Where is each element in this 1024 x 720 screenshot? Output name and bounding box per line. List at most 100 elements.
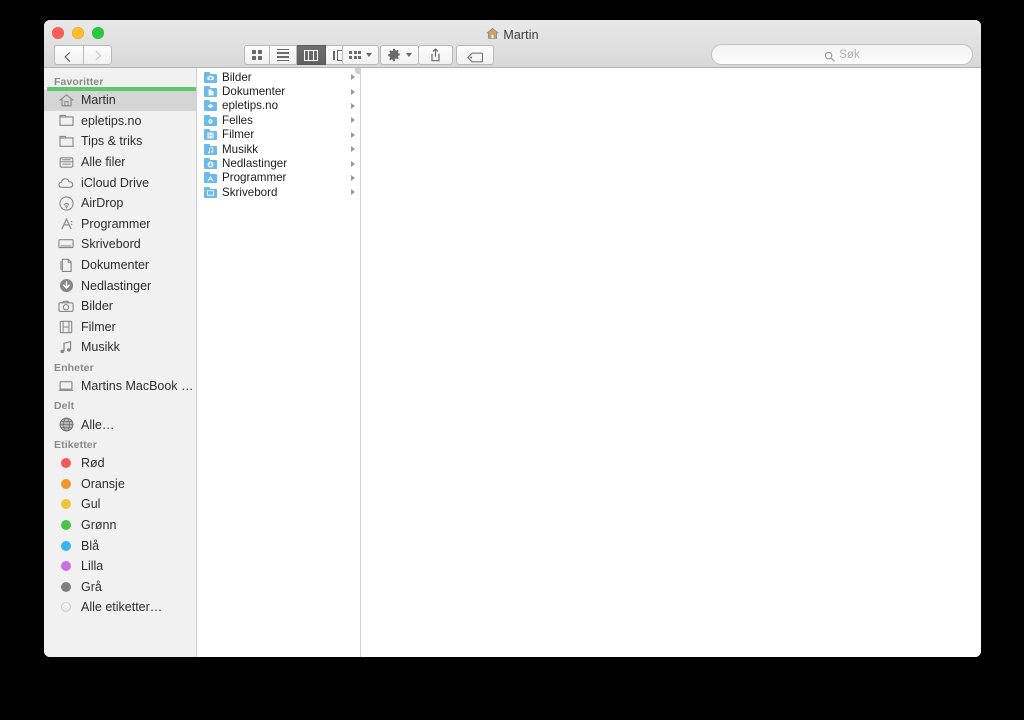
sidebar-item-label: AirDrop — [81, 196, 124, 211]
sidebar-item-label: Skrivebord — [81, 237, 141, 252]
sidebar-item-tips-triks[interactable]: Tips & triks — [44, 131, 196, 152]
sidebar-item-dokumenter[interactable]: Dokumenter — [44, 255, 196, 276]
tag-dot-hollow-icon — [61, 602, 71, 613]
sidebar-item-label: epletips.no — [81, 113, 142, 128]
search-icon — [824, 49, 835, 62]
tag-dot-icon — [58, 455, 74, 471]
sidebar-item-gul[interactable]: Gul — [44, 494, 196, 515]
disclosure-arrow-icon[interactable] — [351, 160, 355, 167]
page-title: Martin — [44, 27, 981, 43]
action-button[interactable] — [380, 45, 419, 65]
share-icon — [429, 48, 442, 62]
tag-group — [456, 45, 494, 65]
tag-button[interactable] — [456, 45, 494, 65]
disclosure-arrow-icon[interactable] — [351, 189, 355, 196]
sidebar-item-label: Alle etiketter… — [81, 600, 163, 615]
chevron-left-icon — [64, 51, 74, 62]
file-column-martin[interactable]: Bilder Dokumenter epletips.no Felles Filmer M… — [197, 68, 361, 657]
column-row[interactable]: Nedlastinger — [197, 156, 360, 170]
search-placeholder: Søk — [839, 48, 860, 61]
sidebar-item-skrivebord[interactable]: Skrivebord — [44, 234, 196, 255]
sidebar-item-lilla[interactable]: Lilla — [44, 556, 196, 577]
sidebar-section-header-etiketter: Etiketter — [54, 438, 97, 451]
sidebar-item-label: Martins MacBook P… — [81, 379, 196, 394]
sidebar-item-oransje[interactable]: Oransje — [44, 474, 196, 495]
search-input[interactable]: Søk — [711, 44, 973, 65]
forward-button[interactable] — [83, 45, 112, 65]
sidebar-item-bl[interactable]: Blå — [44, 535, 196, 556]
sidebar-item-alle[interactable]: Alle… — [44, 414, 196, 435]
disclosure-arrow-icon[interactable] — [351, 131, 355, 138]
disclosure-arrow-icon[interactable] — [351, 74, 355, 81]
downloads-icon — [58, 278, 74, 294]
home-icon — [486, 27, 500, 43]
sidebar-item-label: iCloud Drive — [81, 175, 150, 190]
sidebar-item-alle-filer[interactable]: Alle filer — [44, 152, 196, 173]
all-files-icon — [58, 154, 74, 170]
share-button[interactable] — [418, 45, 453, 65]
sidebar[interactable]: Favoritter Martin epletips.no Tips & triks A… — [44, 68, 197, 657]
folder-icon — [58, 113, 74, 129]
music-icon — [58, 339, 74, 355]
disclosure-arrow-icon[interactable] — [351, 146, 355, 153]
tag-dot-icon — [61, 478, 71, 489]
sidebar-item-gr[interactable]: Grå — [44, 576, 196, 597]
column-row-label: Musikk — [222, 142, 259, 156]
sidebar-item-alle-etiketter[interactable]: Alle etiketter… — [44, 597, 196, 618]
icon-view-button[interactable] — [244, 45, 270, 65]
folder-movies-icon — [204, 129, 217, 141]
sidebar-item-nedlastinger[interactable]: Nedlastinger — [44, 275, 196, 296]
column-row[interactable]: Musikk — [197, 142, 360, 156]
sidebar-item-bilder[interactable]: Bilder — [44, 296, 196, 317]
sidebar-item-musikk[interactable]: Musikk — [44, 337, 196, 358]
disclosure-arrow-icon[interactable] — [351, 88, 355, 95]
column-resize-handle[interactable] — [355, 68, 360, 74]
disclosure-arrow-icon[interactable] — [351, 117, 355, 124]
folder-pictures-icon — [204, 71, 217, 83]
arrange-button[interactable] — [342, 45, 379, 65]
sidebar-item-r-d[interactable]: Rød — [44, 453, 196, 474]
sidebar-item-filmer[interactable]: Filmer — [44, 317, 196, 338]
sidebar-section-header-enheter: Enheter — [54, 361, 94, 374]
tag-dot-icon — [61, 519, 71, 530]
columns-icon — [304, 49, 318, 61]
sidebar-item-martin[interactable]: Martin — [44, 90, 196, 111]
sidebar-item-label: Rød — [81, 456, 105, 471]
sidebar-item-gr-nn[interactable]: Grønn — [44, 515, 196, 536]
folder-music-icon — [204, 143, 217, 155]
folder-applications-icon — [204, 172, 217, 184]
sidebar-item-programmer[interactable]: Programmer — [44, 214, 196, 235]
preview-column[interactable] — [361, 68, 981, 657]
chevron-down-icon — [366, 53, 372, 57]
tag-dot-icon — [58, 476, 74, 492]
tag-dot-icon — [58, 579, 74, 595]
list-view-button[interactable] — [270, 45, 297, 65]
folder-desktop-icon — [204, 186, 217, 198]
column-row[interactable]: Skrivebord — [197, 185, 360, 199]
back-button[interactable] — [54, 45, 83, 65]
tag-dot-icon — [61, 458, 71, 469]
sidebar-item-martins-macbook-p[interactable]: Martins MacBook P… — [44, 376, 196, 397]
column-row[interactable]: Filmer — [197, 128, 360, 142]
column-row[interactable]: Felles — [197, 113, 360, 127]
movies-icon — [58, 319, 74, 335]
sidebar-item-label: Nedlastinger — [81, 278, 152, 293]
column-row[interactable]: Bilder — [197, 70, 360, 84]
column-row[interactable]: Dokumenter — [197, 84, 360, 98]
disclosure-arrow-icon[interactable] — [351, 102, 355, 109]
sidebar-item-epletips-no[interactable]: epletips.no — [44, 111, 196, 132]
column-row[interactable]: Programmer — [197, 171, 360, 185]
column-view-button[interactable] — [297, 45, 326, 65]
column-row[interactable]: epletips.no — [197, 99, 360, 113]
sidebar-section-header-delt: Delt — [54, 400, 75, 413]
tag-dot-icon — [58, 538, 74, 554]
window-title-text: Martin — [503, 28, 539, 42]
column-row-label: Nedlastinger — [222, 157, 288, 171]
tag-dot-icon — [58, 558, 74, 574]
sidebar-item-airdrop[interactable]: AirDrop — [44, 193, 196, 214]
documents-icon — [58, 257, 74, 273]
sidebar-item-label: Martin — [81, 93, 116, 108]
disclosure-arrow-icon[interactable] — [351, 174, 355, 181]
cloud-icon — [58, 175, 74, 191]
sidebar-item-icloud-drive[interactable]: iCloud Drive — [44, 172, 196, 193]
